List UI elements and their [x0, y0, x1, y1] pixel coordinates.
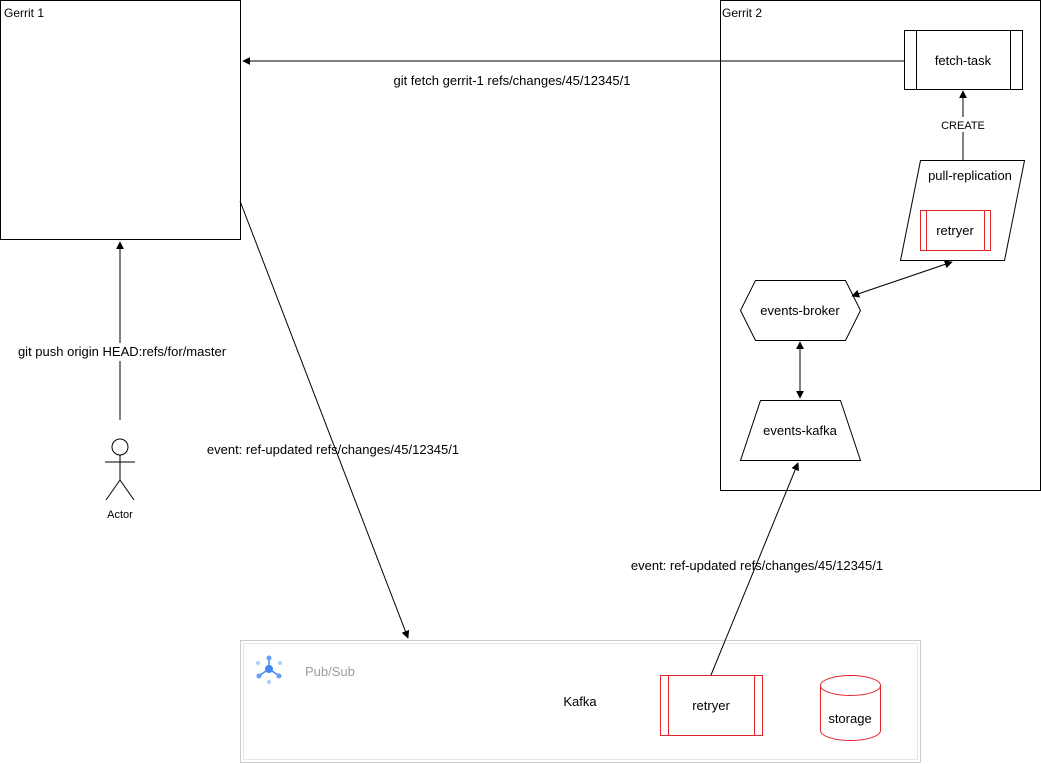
actor[interactable]: Actor	[105, 438, 135, 521]
pull-replication-label: pull-replication	[928, 168, 1012, 183]
gerrit-1-box[interactable]: Gerrit 1	[0, 0, 241, 240]
actor-label: Actor	[107, 509, 133, 521]
pull-replication-retryer[interactable]: retryer	[920, 210, 991, 251]
architecture-diagram: Gerrit 1 Gerrit 2 fetch-task CREATE pull…	[0, 0, 1041, 763]
pubsub-container[interactable]: Pub/Sub Kafka retryer storage	[240, 640, 921, 763]
pubsub-retryer-node[interactable]: retryer	[660, 675, 763, 736]
actor-head-icon	[111, 438, 129, 456]
pubsub-title: Pub/Sub	[305, 664, 355, 679]
storage-label: storage	[828, 711, 871, 726]
events-broker-label: events-broker	[760, 303, 840, 318]
pubsub-retryer-label: retryer	[692, 698, 730, 713]
events-kafka-label: events-kafka	[763, 423, 837, 438]
events-kafka-node[interactable]: events-kafka	[739, 400, 862, 461]
gerrit-1-title: Gerrit 1	[4, 6, 44, 20]
fetch-task-label: fetch-task	[935, 53, 992, 68]
pull-replication-retryer-label: retryer	[936, 223, 974, 238]
git-fetch-edge-label: git fetch gerrit-1 refs/changes/45/12345…	[393, 73, 630, 88]
event-to-kafka-label: event: ref-updated refs/changes/45/12345…	[631, 558, 883, 573]
fetch-task-node[interactable]: fetch-task	[904, 30, 1023, 90]
event-to-pubsub-label: event: ref-updated refs/changes/45/12345…	[207, 442, 459, 457]
events-broker-node[interactable]: events-broker	[739, 280, 862, 341]
kafka-label: Kafka	[563, 694, 597, 709]
create-edge-label: CREATE	[941, 120, 985, 132]
event-to-pubsub-edge[interactable]	[239, 200, 410, 639]
pull-replication-node[interactable]: pull-replication retryer	[899, 160, 1026, 261]
git-push-edge-label: git push origin HEAD:refs/for/master	[18, 344, 227, 359]
storage-node[interactable]: storage	[820, 675, 881, 741]
gerrit-2-title: Gerrit 2	[722, 6, 762, 20]
